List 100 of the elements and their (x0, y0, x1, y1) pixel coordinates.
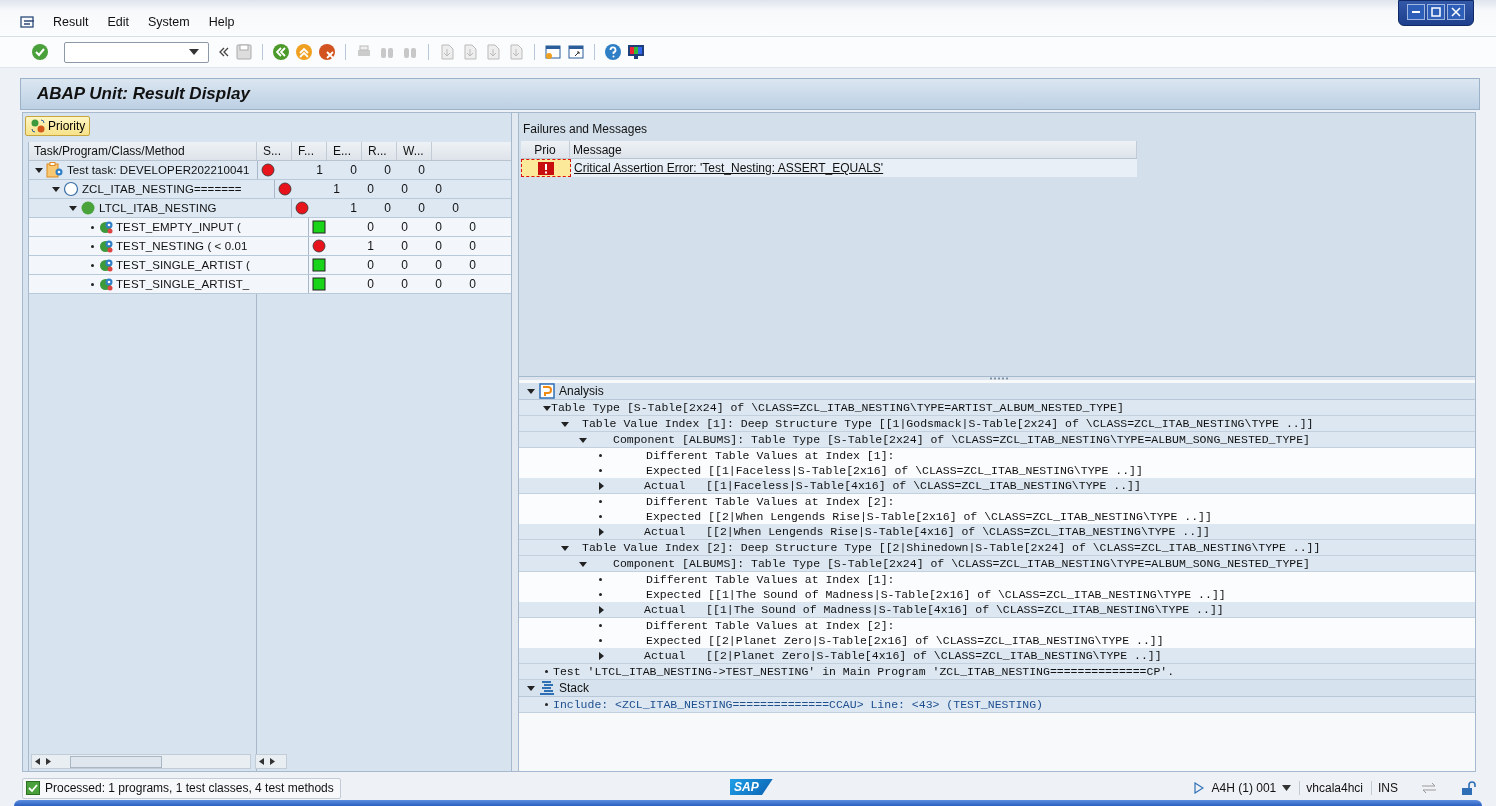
priority-button[interactable]: Priority (25, 116, 91, 136)
collapse-arrow-icon[interactable] (52, 185, 60, 193)
menu-item[interactable]: Help (208, 15, 235, 29)
count-cell-text: 1 (366, 238, 374, 255)
priority-cell[interactable] (521, 159, 571, 177)
count-cell-text: 0 (468, 276, 476, 293)
count-cell-text: 0 (383, 200, 391, 217)
analysis-line: Actual [[2|When Lengends Rise|S-Table[4x16] of \CLASS=ZCL_ITAB_NESTING\TYPE ..]] (644, 525, 1210, 538)
cancel-icon[interactable] (318, 43, 336, 61)
maximize-button[interactable] (1427, 4, 1445, 20)
column-header[interactable]: S... (257, 142, 292, 160)
count-cell-text: 0 (468, 219, 476, 236)
collapse-arrow-icon[interactable] (543, 403, 551, 412)
scroll-left-icon[interactable] (35, 758, 40, 765)
bullet-icon (599, 639, 602, 642)
tree-item[interactable]: TEST_NESTING ( < 0.01 (116, 240, 248, 252)
count-cell-text: 0 (468, 238, 476, 255)
count-cell-text: 0 (417, 200, 425, 217)
page-title: ABAP Unit: Result Display (37, 84, 250, 104)
new-session-icon[interactable] (544, 43, 562, 61)
menu-item[interactable]: System (148, 15, 190, 29)
count-cell-text: 0 (400, 181, 408, 198)
expand-arrow-icon[interactable] (597, 605, 605, 614)
play-icon[interactable] (1193, 782, 1204, 794)
section-title[interactable]: Analysis (559, 384, 604, 398)
help-icon[interactable] (604, 43, 622, 61)
analysis-line: Expected [[1|The Sound of Madness|S-Table[2x16] of \CLASS=ZCL_ITAB_NESTING\TYPE ..]] (646, 588, 1226, 601)
scroll-right-icon[interactable] (46, 758, 51, 765)
expand-arrow-icon[interactable] (597, 527, 605, 536)
column-header[interactable]: F... (292, 142, 327, 160)
dropdown-icon (1282, 785, 1292, 791)
panel-title: Failures and Messages (522, 121, 649, 138)
collapse-arrow-icon[interactable] (527, 387, 535, 395)
column-header[interactable]: Prio (521, 141, 570, 158)
collapse-arrow-icon[interactable] (527, 684, 535, 692)
expand-arrow-icon[interactable] (597, 481, 605, 490)
analysis-line: Actual [[2|Planet Zero|S-Table[4x16] of \CLASS=ZCL_ITAB_NESTING\TYPE ..]] (644, 649, 1162, 662)
horizontal-scrollbar[interactable] (31, 754, 251, 769)
minimize-button[interactable] (1407, 4, 1425, 20)
column-header[interactable]: W... (397, 142, 432, 160)
horizontal-scrollbar[interactable] (255, 754, 287, 769)
critical-icon (538, 161, 554, 175)
count-cell-text: 0 (400, 276, 408, 293)
bullet-icon (545, 703, 548, 706)
tree-item[interactable]: LTCL_ITAB_NESTING (99, 202, 217, 214)
column-header[interactable]: R... (362, 142, 397, 160)
menu-item[interactable]: Result (53, 15, 89, 29)
count-cell-text: 0 (434, 219, 442, 236)
analysis-line: Expected [[2|When Lengends Rise|S-Table[2x16] of \CLASS=ZCL_ITAB_NESTING\TYPE ..]] (646, 510, 1212, 523)
analysis-line: Table Value Index [2]: Deep Structure Type [[2|Shinedown|S-Table[2x24] of \CLASS=ZCL_ITAB_NESTING\TYPE ..]] (582, 541, 1321, 554)
back-icon[interactable] (272, 43, 290, 61)
enter-icon[interactable] (31, 43, 49, 61)
splitter-grip[interactable] (989, 377, 1009, 380)
layout-icon[interactable] (627, 43, 645, 61)
scroll-left-icon[interactable] (259, 758, 264, 765)
close-icon (1451, 7, 1461, 17)
column-header[interactable]: Task/Program/Class/Method (29, 142, 257, 160)
count-cell-text: 1 (332, 181, 340, 198)
bullet-icon (91, 282, 94, 286)
close-button[interactable] (1447, 4, 1465, 20)
shortcut-icon[interactable] (567, 43, 585, 61)
tree-item[interactable]: TEST_SINGLE_ARTIST ( (116, 259, 250, 271)
scroll-right-icon[interactable] (270, 758, 275, 765)
column-header[interactable]: E... (327, 142, 362, 160)
collapse-arrow-icon[interactable] (579, 559, 587, 568)
dropdown-icon[interactable] (189, 49, 199, 55)
count-cell-text: 0 (383, 162, 391, 179)
collapse-arrow-icon[interactable] (69, 204, 77, 212)
tree-item[interactable]: Test task: DEVELOPER202210041 (67, 164, 250, 176)
count-cell-text: 0 (468, 257, 476, 274)
bullet-icon (599, 624, 602, 627)
analysis-line: Actual [[1|The Sound of Madness|S-Table[4x16] of \CLASS=ZCL_ITAB_NESTING\TYPE ..]] (644, 603, 1224, 616)
collapse-arrow-icon[interactable] (579, 435, 587, 444)
count-cell-text: 0 (366, 219, 374, 236)
column-header[interactable]: Message (570, 141, 1137, 158)
maximize-icon (1431, 7, 1441, 17)
count-cell-text: 0 (434, 276, 442, 293)
collapse-arrow-icon[interactable] (561, 543, 569, 552)
command-field[interactable] (64, 41, 209, 63)
analysis-line: Table Value Index [1]: Deep Structure Type [[1|Godsmack|S-Table[2x24] of \CLASS=ZCL_ITAB_NESTING\TYPE ..]] (582, 417, 1314, 430)
system-field[interactable]: A4H (1) 001 (1211, 781, 1292, 795)
bullet-icon (599, 500, 602, 503)
menu-item[interactable]: Edit (107, 15, 129, 29)
menu-icon[interactable] (20, 15, 36, 29)
section-title[interactable]: Stack (559, 681, 589, 695)
count-cell-text: 0 (434, 238, 442, 255)
bullet-icon (599, 515, 602, 518)
expand-arrow-icon[interactable] (597, 651, 605, 660)
bullet-icon (91, 225, 94, 229)
unlock-icon[interactable] (1460, 780, 1476, 796)
collapse-arrow-icon[interactable] (35, 166, 43, 174)
tree-item[interactable]: TEST_SINGLE_ARTIST_ (116, 278, 250, 290)
analysis-line: Expected [[2|Planet Zero|S-Table[2x16] of \CLASS=ZCL_ITAB_NESTING\TYPE ..]] (646, 634, 1164, 647)
analysis-line: Table Type [S-Table[2x24] of \CLASS=ZCL_ITAB_NESTING\TYPE=ARTIST_ALBUM_NESTED_TYPE] (551, 401, 1124, 414)
collapse-arrow-icon[interactable] (561, 419, 569, 428)
priority-icon (30, 118, 46, 134)
tree-item[interactable]: ZCL_ITAB_NESTING======= (82, 183, 242, 195)
collapse-icon[interactable] (218, 46, 230, 58)
tree-item[interactable]: TEST_EMPTY_INPUT ( (116, 221, 241, 233)
count-cell-text: 1 (315, 162, 323, 179)
